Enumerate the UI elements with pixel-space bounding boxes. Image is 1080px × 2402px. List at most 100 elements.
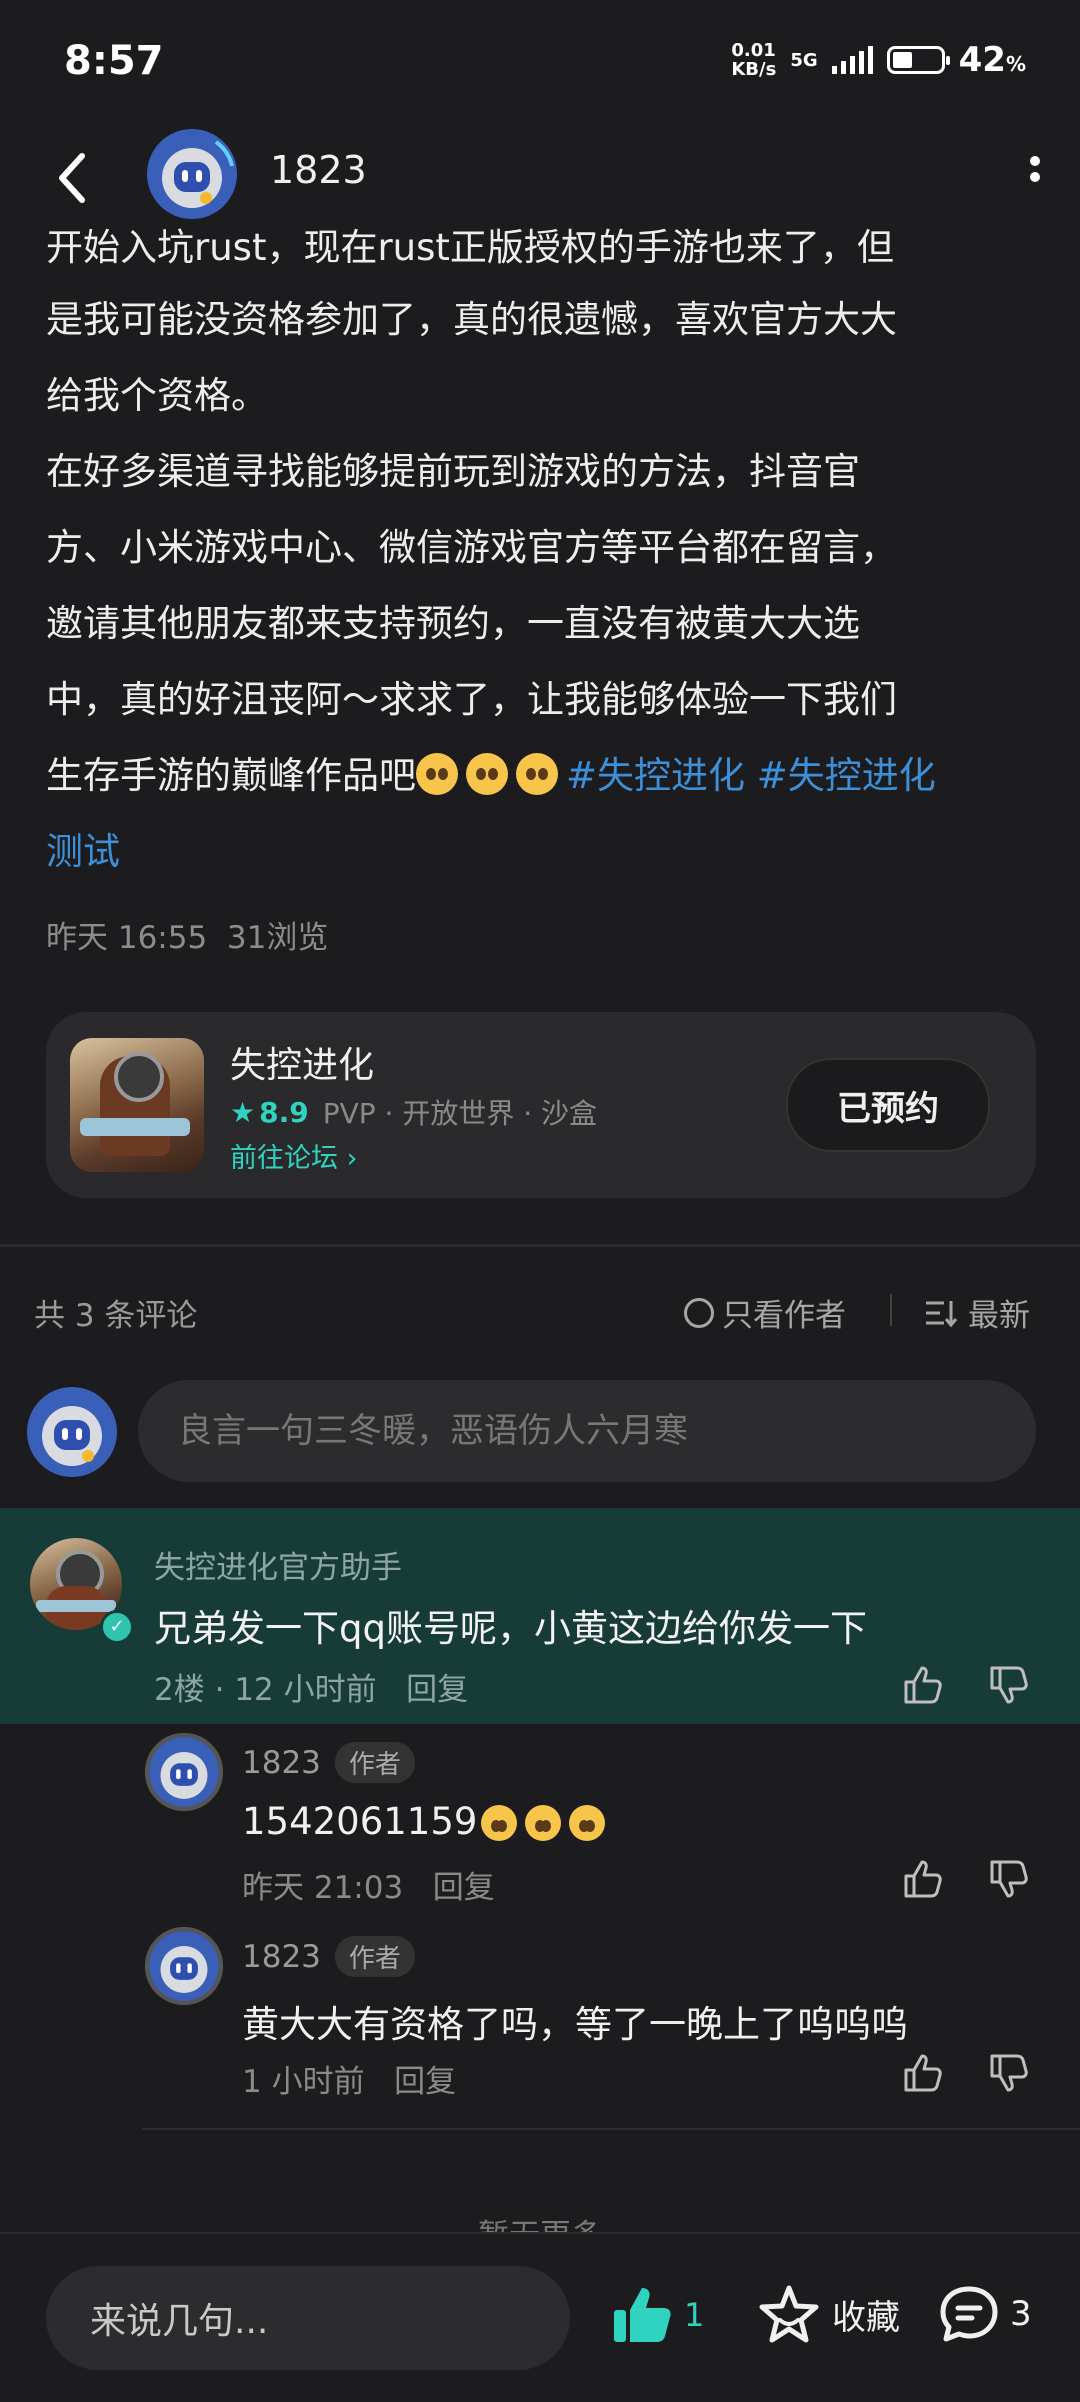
dislike-icon[interactable] [986,1856,1032,1902]
battery-icon [886,46,950,74]
author-avatar[interactable] [146,128,238,220]
reply-text: 黄大大有资格了吗，等了一晚上了呜呜呜 [242,2003,908,2046]
vertical-separator [890,1294,892,1326]
comment-count-badge: 3 [1010,2294,1032,2334]
comments-button[interactable]: 3 [938,2284,1032,2344]
author-badge: 作者 [334,1936,415,1977]
post-line: 生存手游的巅峰作品吧 #失控进化 #失控进化 [46,738,1046,814]
post-meta: 昨天 16:55 31浏览 [46,912,328,957]
reply-button[interactable]: 回复 [394,2064,456,2100]
status-indicators: 0.01 KB/s 5G 42% [731,40,1026,80]
network-speed-value: 0.01 [731,40,776,61]
no-more-text: 暂无更多 [0,2210,1080,2234]
hashtag-link[interactable]: #失控进化 [566,754,745,797]
bottom-comment-input[interactable]: 来说几句... [46,2266,570,2370]
post-content: 开始入坑rust，现在rust正版授权的手游也来了，但 是我可能没资格参加了，真… [46,228,1046,890]
bottom-like-button[interactable]: 1 [610,2284,704,2346]
sort-button[interactable]: 最新 [924,1290,1030,1335]
forum-link[interactable]: 前往论坛 › [230,1136,357,1175]
network-speed-unit: KB/s [731,59,777,80]
hashtag-link-continued[interactable]: 测试 [46,830,120,873]
favorite-label: 收藏 [832,2297,900,2338]
comment-bubble-icon [940,2286,998,2342]
post-line: 是我可能没资格参加了，真的很遗憾，喜欢官方大大 [46,298,897,341]
network-speed: 0.01 KB/s [731,41,776,79]
shocked-face-emoji-icon [569,1805,606,1841]
post-line-text: 生存手游的巅峰作品吧 [46,754,416,797]
game-name: 失控进化 [230,1045,375,1086]
network-type: 5G [790,49,818,71]
comment-meta: 2楼 · 12 小时前 回复 [154,1672,469,1708]
reply-text-content: 1542061159 [242,1800,478,1843]
back-button[interactable] [52,148,92,208]
more-options-button[interactable] [1028,150,1042,200]
status-time: 8:57 [64,38,164,84]
comment-time: 12 小时前 [234,1672,377,1708]
replies-divider [142,2128,1080,2130]
post-line: 给我个资格。 [46,374,268,417]
hashtag-link[interactable]: #失控进化 [757,754,936,797]
post-views: 31浏览 [226,920,329,956]
dislike-icon[interactable] [986,2050,1032,2096]
author-name[interactable]: 1823 [270,148,367,192]
post-line: 开始入坑rust，现在rust正版授权的手游也来了，但 [46,228,894,268]
chevron-right-icon: › [346,1143,358,1174]
status-bar: 8:57 0.01 KB/s 5G 42% [0,0,1080,120]
post-line: 方、小米游戏中心、微信游戏官方等平台都在留言， [46,526,897,569]
star-icon: ★ [230,1095,256,1129]
like-icon[interactable] [900,1856,946,1902]
only-author-label: 只看作者 [722,1298,846,1334]
reply-avatar[interactable] [144,1732,224,1812]
comment-text: 兄弟发一下qq账号呢，小黄这边给你发一下 [154,1607,867,1650]
game-info-row: ★ 8.9 PVP · 开放世界 · 沙盒 [230,1092,597,1132]
back-arrow-icon [59,153,85,203]
pleading-face-emoji-icon [416,753,458,795]
dislike-icon[interactable] [986,1662,1032,1708]
game-icon [70,1038,204,1172]
thumbs-up-filled-icon [614,2288,671,2342]
game-score: 8.9 [259,1095,309,1129]
sort-label: 最新 [968,1298,1030,1334]
star-outline-icon [759,2285,819,2343]
comment-floor: 2楼 [154,1672,205,1708]
game-card[interactable]: 失控进化 ★ 8.9 PVP · 开放世界 · 沙盒 前往论坛 › 已预约 [46,1012,1036,1198]
comment-input[interactable] [138,1380,1036,1482]
reply-meta: 昨天 21:03 回复 [242,1862,495,1907]
like-icon[interactable] [900,2050,946,2096]
section-divider [0,1244,1080,1247]
comment-count: 共 3 条评论 [34,1298,198,1334]
reply-button[interactable]: 回复 [406,1672,468,1708]
radio-circle-icon [684,1297,714,1328]
more-dot-icon [1030,172,1040,182]
pleading-face-emoji-icon [466,753,508,795]
only-author-toggle[interactable]: 只看作者 [684,1290,846,1335]
pleading-face-emoji-icon [516,753,558,795]
reply-author-name[interactable]: 1823 [242,1745,321,1781]
reply-author-name[interactable]: 1823 [242,1939,321,1975]
reply-button[interactable]: 回复 [433,1870,495,1906]
like-icon[interactable] [900,1662,946,1708]
reply-author: 1823 作者 [242,1936,415,1977]
signal-icon [831,46,873,74]
like-count: 1 [684,2296,705,2334]
reply-author: 1823 作者 [242,1742,415,1783]
favorite-button[interactable]: 收藏 [758,2284,900,2344]
commenter-name[interactable]: 失控进化官方助手 [154,1542,402,1587]
author-badge: 作者 [334,1742,415,1783]
post-time: 昨天 16:55 [46,920,208,956]
reply-text: 1542061159 [242,1800,613,1843]
sort-icon [926,1300,958,1327]
reserved-button[interactable]: 已预约 [786,1058,990,1152]
battery-percent: 42% [958,40,1026,80]
verified-badge-icon: ✓ [100,1610,134,1644]
shocked-face-emoji-icon [525,1805,562,1841]
game-tags: PVP · 开放世界 · 沙盒 [322,1097,598,1130]
reply-time: 1 小时前 [242,2064,365,2100]
shocked-face-emoji-icon [481,1805,518,1841]
reply-avatar[interactable] [144,1926,224,2006]
post-line: 测试 [46,814,1046,890]
more-dot-icon [1030,156,1040,166]
robot-avatar-icon [27,1387,117,1477]
post-line: 在好多渠道寻找能够提前玩到游戏的方法，抖音官 [46,450,860,493]
post-line: 邀请其他朋友都来支持预约，一直没有被黄大大选 [46,602,860,645]
